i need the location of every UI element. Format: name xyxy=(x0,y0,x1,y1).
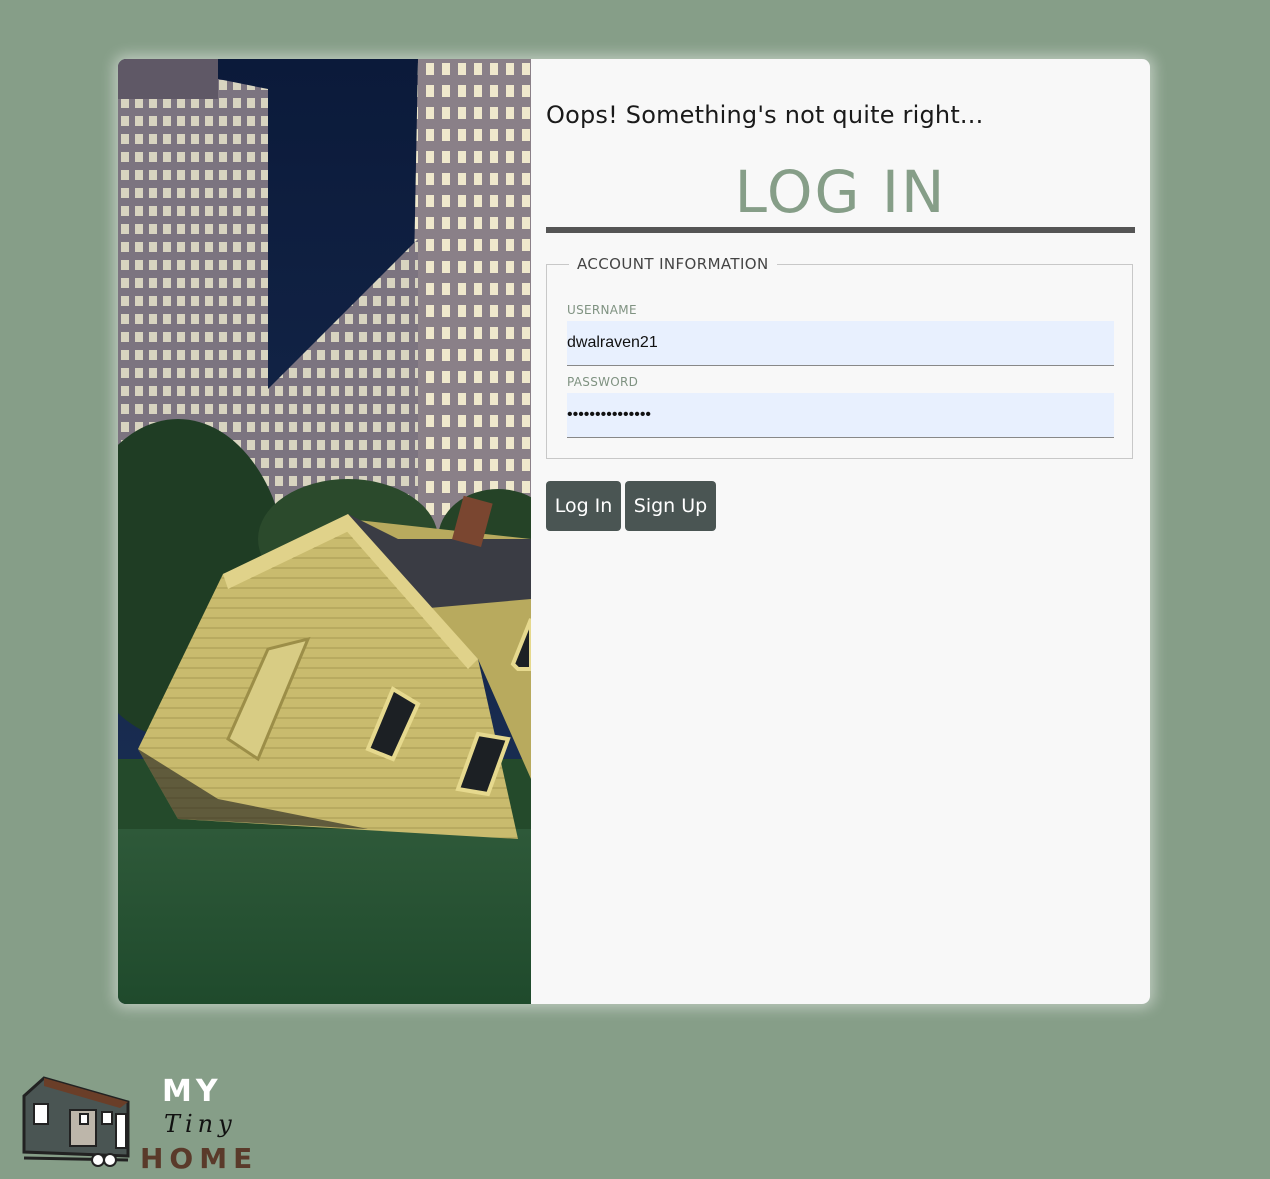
fieldset-legend: ACCOUNT INFORMATION xyxy=(577,255,769,273)
brand-line-home: HOME xyxy=(140,1142,259,1175)
username-input[interactable] xyxy=(567,321,1114,366)
signup-button[interactable]: Sign Up xyxy=(625,481,716,531)
page-title: LOG IN xyxy=(734,158,947,226)
tiny-house-icon xyxy=(22,1076,130,1167)
account-fieldset: ACCOUNT INFORMATION USERNAME PASSWORD xyxy=(546,255,1133,459)
login-card: Oops! Something's not quite right... LOG… xyxy=(118,59,1150,1004)
error-message: Oops! Something's not quite right... xyxy=(546,101,984,129)
username-label: USERNAME xyxy=(567,303,637,317)
brand-line-my: MY xyxy=(162,1074,222,1109)
password-input[interactable] xyxy=(567,393,1114,438)
password-label: PASSWORD xyxy=(567,375,639,389)
title-divider xyxy=(546,227,1135,233)
login-button[interactable]: Log In xyxy=(546,481,621,531)
brand-logo: MY Tiny HOME xyxy=(20,1074,252,1175)
hero-photo-tilted-house xyxy=(118,59,531,1004)
login-panel: Oops! Something's not quite right... LOG… xyxy=(546,59,1135,1004)
brand-line-tiny: Tiny xyxy=(164,1110,237,1138)
